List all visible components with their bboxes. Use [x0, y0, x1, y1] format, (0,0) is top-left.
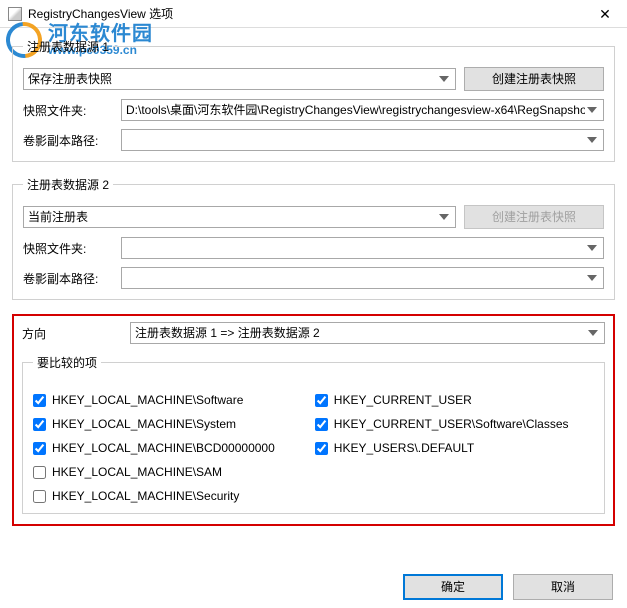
- compare-checkbox[interactable]: [33, 442, 46, 455]
- cancel-button[interactable]: 取消: [513, 574, 613, 600]
- compare-label: HKEY_CURRENT_USER: [334, 393, 472, 407]
- compare-label: HKEY_LOCAL_MACHINE\BCD00000000: [52, 441, 275, 455]
- compare-label: HKEY_LOCAL_MACHINE\Software: [52, 393, 243, 407]
- source2-folder-select[interactable]: [121, 237, 604, 259]
- compare-label: HKEY_LOCAL_MACHINE\System: [52, 417, 236, 431]
- compare-label: HKEY_LOCAL_MACHINE\SAM: [52, 465, 222, 479]
- dialog-footer: 确定 取消: [403, 574, 613, 600]
- compare-checkbox[interactable]: [33, 466, 46, 479]
- compare-checkbox[interactable]: [33, 394, 46, 407]
- group-compare-legend: 要比较的项: [33, 354, 101, 371]
- source1-folder-select[interactable]: D:\tools\桌面\河东软件园\RegistryChangesView\re…: [121, 99, 604, 121]
- close-button[interactable]: ✕: [583, 0, 627, 28]
- compare-item-left-4[interactable]: HKEY_LOCAL_MACHINE\Security: [33, 489, 275, 503]
- source1-shadow-label: 卷影副本路径:: [23, 132, 113, 149]
- source1-mode-select[interactable]: 保存注册表快照: [23, 68, 456, 90]
- source2-folder-label: 快照文件夹:: [23, 240, 113, 257]
- compare-item-right-2[interactable]: HKEY_USERS\.DEFAULT: [315, 441, 569, 455]
- direction-select[interactable]: 注册表数据源 1 => 注册表数据源 2: [130, 322, 605, 344]
- highlighted-section: 方向 注册表数据源 1 => 注册表数据源 2 要比较的项 HKEY_LOCAL…: [12, 314, 615, 526]
- group-compare: 要比较的项 HKEY_LOCAL_MACHINE\Software HKEY_LO…: [22, 354, 605, 514]
- compare-item-right-1[interactable]: HKEY_CURRENT_USER\Software\Classes: [315, 417, 569, 431]
- compare-label: HKEY_USERS\.DEFAULT: [334, 441, 474, 455]
- compare-label: HKEY_LOCAL_MACHINE\Security: [52, 489, 239, 503]
- compare-checkbox[interactable]: [315, 394, 328, 407]
- compare-checkbox[interactable]: [315, 418, 328, 431]
- compare-checkbox[interactable]: [33, 490, 46, 503]
- source1-folder-label: 快照文件夹:: [23, 102, 113, 119]
- source2-shadow-label: 卷影副本路径:: [23, 270, 113, 287]
- source1-shadow-select[interactable]: [121, 129, 604, 151]
- group-source-2: 注册表数据源 2 当前注册表 创建注册表快照 快照文件夹: 卷影副本路径:: [12, 176, 615, 300]
- source2-mode-select[interactable]: 当前注册表: [23, 206, 456, 228]
- group-source-1: 注册表数据源 1 保存注册表快照 创建注册表快照 快照文件夹: D:\tools…: [12, 38, 615, 162]
- direction-label: 方向: [22, 325, 122, 342]
- compare-item-left-3[interactable]: HKEY_LOCAL_MACHINE\SAM: [33, 465, 275, 479]
- compare-item-left-2[interactable]: HKEY_LOCAL_MACHINE\BCD00000000: [33, 441, 275, 455]
- window-title: RegistryChangesView 选项: [28, 5, 173, 22]
- source2-shadow-select[interactable]: [121, 267, 604, 289]
- source2-create-snapshot-button: 创建注册表快照: [464, 205, 604, 229]
- app-icon: [8, 7, 22, 21]
- source1-create-snapshot-button[interactable]: 创建注册表快照: [464, 67, 604, 91]
- compare-item-right-0[interactable]: HKEY_CURRENT_USER: [315, 393, 569, 407]
- compare-item-left-1[interactable]: HKEY_LOCAL_MACHINE\System: [33, 417, 275, 431]
- compare-item-left-0[interactable]: HKEY_LOCAL_MACHINE\Software: [33, 393, 275, 407]
- ok-button[interactable]: 确定: [403, 574, 503, 600]
- group-source-2-legend: 注册表数据源 2: [23, 176, 113, 193]
- compare-checkbox[interactable]: [315, 442, 328, 455]
- compare-label: HKEY_CURRENT_USER\Software\Classes: [334, 417, 569, 431]
- compare-checkbox[interactable]: [33, 418, 46, 431]
- group-source-1-legend: 注册表数据源 1: [23, 38, 113, 55]
- title-bar: RegistryChangesView 选项 ✕: [0, 0, 627, 28]
